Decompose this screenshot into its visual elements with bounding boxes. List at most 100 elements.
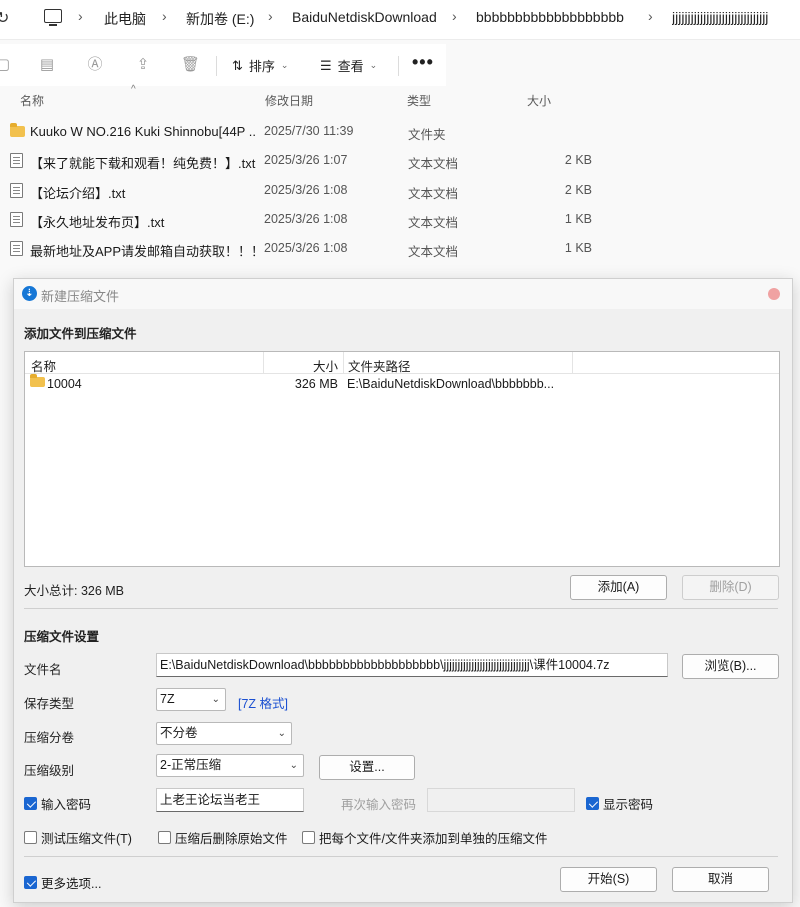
format-link[interactable]: [7Z 格式] bbox=[238, 693, 288, 712]
filename-input[interactable]: E:\BaiduNetdiskDownload\bbbbbbbbbbbbbbbb… bbox=[156, 653, 668, 677]
delete-source-label: 压缩后删除原始文件 bbox=[175, 832, 288, 846]
list-column-path[interactable]: 文件夹路径 bbox=[348, 356, 411, 375]
file-type: 文本文档 bbox=[408, 187, 459, 201]
file-list-view[interactable]: 名称 大小 文件夹路径 10004 326 MB E:\BaiduNetdisk… bbox=[24, 351, 780, 567]
this-pc-icon[interactable] bbox=[44, 9, 62, 26]
delete-source-checkbox[interactable]: 压缩后删除原始文件 bbox=[158, 828, 288, 847]
column-separator[interactable] bbox=[343, 352, 344, 374]
file-row[interactable]: 【来了就能下载和观看！纯免费！】.txt 2025/3/26 1:07 文本文档… bbox=[0, 146, 800, 175]
password-again-input[interactable] bbox=[427, 788, 575, 812]
text-file-icon bbox=[10, 241, 23, 256]
file-row[interactable]: 【永久地址发布页】.txt 2025/3/26 1:08 文本文档 1 KB bbox=[0, 205, 800, 234]
view-button[interactable]: ☰ 查看 ⌄ bbox=[320, 56, 377, 75]
item-size: 326 MB bbox=[294, 377, 338, 391]
item-name: 10004 bbox=[47, 377, 82, 391]
show-password-checkbox[interactable]: 显示密码 bbox=[586, 794, 653, 813]
separate-archives-checkbox[interactable]: 把每个文件/文件夹添加到单独的压缩文件 bbox=[302, 828, 547, 847]
file-row[interactable]: 【论坛介绍】.txt 2025/3/26 1:08 文本文档 2 KB bbox=[0, 176, 800, 205]
checkbox-checked-icon bbox=[24, 876, 37, 889]
cancel-button[interactable]: 取消 bbox=[672, 867, 769, 892]
save-type-select[interactable]: 7Z ⌄ bbox=[156, 688, 226, 711]
chevron-down-icon: ⌄ bbox=[280, 60, 289, 70]
new-archive-dialog: ⇣ 新建压缩文件 添加文件到压缩文件 名称 大小 文件夹路径 10004 326… bbox=[13, 278, 793, 903]
more-options-icon[interactable]: ••• bbox=[412, 52, 434, 73]
test-archive-label: 测试压缩文件(T) bbox=[41, 832, 132, 846]
split-volume-label: 压缩分卷 bbox=[24, 731, 75, 745]
split-volume-value: 不分卷 bbox=[160, 726, 198, 740]
breadcrumb-item[interactable]: 此电脑 bbox=[104, 9, 146, 29]
start-button[interactable]: 开始(S) bbox=[560, 867, 657, 892]
divider bbox=[216, 56, 217, 76]
compression-level-select[interactable]: 2-正常压缩 ⌄ bbox=[156, 754, 304, 777]
list-header: 名称 大小 文件夹路径 bbox=[25, 352, 779, 374]
more-options-checkbox[interactable]: 更多选项... bbox=[24, 873, 101, 892]
address-bar[interactable]: ↻ › 此电脑 › 新加卷 (E:) › BaiduNetdiskDownloa… bbox=[0, 0, 800, 40]
checkbox-checked-icon bbox=[24, 797, 37, 810]
chevron-right-icon[interactable]: › bbox=[452, 8, 457, 24]
checkbox-unchecked-icon bbox=[302, 831, 315, 844]
password-input[interactable]: 上老王论坛当老王 bbox=[156, 788, 304, 812]
chevron-right-icon[interactable]: › bbox=[78, 8, 83, 24]
file-date: 2025/7/30 11:39 bbox=[264, 124, 354, 138]
list-item[interactable]: 10004 326 MB E:\BaiduNetdiskDownload\bbb… bbox=[25, 374, 779, 395]
item-path: E:\BaiduNetdiskDownload\bbbbbbb... bbox=[347, 377, 555, 391]
share-icon[interactable]: ⇪ bbox=[134, 56, 152, 74]
enter-password-checkbox[interactable]: 输入密码 bbox=[24, 794, 91, 813]
file-name: 【来了就能下载和观看！纯免费！】.txt bbox=[30, 156, 256, 171]
file-date: 2025/3/26 1:07 bbox=[264, 153, 348, 167]
split-volume-select[interactable]: 不分卷 ⌄ bbox=[156, 722, 292, 745]
column-separator[interactable] bbox=[263, 352, 264, 374]
list-column-size[interactable]: 大小 bbox=[313, 356, 338, 375]
text-file-icon bbox=[10, 183, 23, 198]
view-label: 查看 bbox=[337, 59, 364, 74]
folder-icon bbox=[30, 374, 45, 387]
enter-password-label: 输入密码 bbox=[41, 798, 92, 812]
paste-icon[interactable]: ▤ bbox=[38, 56, 56, 74]
column-header-name[interactable]: 名称 bbox=[20, 92, 44, 109]
chevron-right-icon[interactable]: › bbox=[648, 8, 653, 24]
divider bbox=[24, 856, 778, 857]
chevron-right-icon[interactable]: › bbox=[162, 8, 167, 24]
compression-level-value: 2-正常压缩 bbox=[160, 758, 222, 772]
list-column-name[interactable]: 名称 bbox=[31, 356, 56, 375]
password-again-label: 再次输入密码 bbox=[341, 798, 417, 812]
remove-button[interactable]: 删除(D) bbox=[682, 575, 779, 600]
total-size-label: 大小总计: 326 MB bbox=[24, 584, 125, 598]
close-icon[interactable] bbox=[768, 288, 780, 300]
column-separator[interactable] bbox=[572, 352, 573, 374]
sort-button[interactable]: ⇅ 排序 ⌄ bbox=[232, 56, 288, 75]
file-row[interactable]: 最新地址及APP请发邮箱自动获取！！！... 2025/3/26 1:08 文本… bbox=[0, 234, 800, 263]
column-header-date[interactable]: 修改日期 bbox=[265, 92, 313, 109]
settings-button[interactable]: 设置... bbox=[319, 755, 415, 780]
breadcrumb-item[interactable]: 新加卷 (E:) bbox=[186, 9, 254, 29]
checkbox-checked-icon bbox=[586, 797, 599, 810]
file-name: 【论坛介绍】.txt bbox=[30, 186, 126, 201]
breadcrumb-item[interactable]: jjjjjjjjjjjjjjjjjjjjjjjjjjjjjjj bbox=[672, 9, 800, 25]
breadcrumb-item[interactable]: BaiduNetdiskDownload bbox=[292, 9, 437, 25]
sort-ascending-icon: ^ bbox=[131, 84, 136, 95]
browse-button[interactable]: 浏览(B)... bbox=[682, 654, 779, 679]
refresh-icon[interactable]: ↻ bbox=[0, 8, 9, 28]
column-header-type[interactable]: 类型 bbox=[407, 92, 431, 109]
file-name: 【永久地址发布页】.txt bbox=[30, 215, 165, 230]
test-archive-checkbox[interactable]: 测试压缩文件(T) bbox=[24, 828, 132, 847]
file-type: 文本文档 bbox=[408, 157, 459, 171]
new-icon[interactable]: ▢ bbox=[0, 56, 12, 74]
delete-icon[interactable]: 🗑 bbox=[181, 56, 200, 74]
separate-archives-label: 把每个文件/文件夹添加到单独的压缩文件 bbox=[319, 832, 548, 846]
view-icon: ☰ bbox=[320, 57, 332, 73]
text-file-icon bbox=[10, 153, 23, 168]
sort-label: 排序 bbox=[248, 59, 275, 74]
dialog-title-bar[interactable]: ⇣ 新建压缩文件 bbox=[14, 279, 792, 309]
checkbox-unchecked-icon bbox=[24, 831, 37, 844]
rename-icon[interactable]: Ⓐ bbox=[86, 56, 104, 74]
save-type-label: 保存类型 bbox=[24, 697, 75, 711]
add-button[interactable]: 添加(A) bbox=[570, 575, 667, 600]
text-file-icon bbox=[10, 212, 23, 227]
breadcrumb-item[interactable]: bbbbbbbbbbbbbbbbbbb bbox=[476, 9, 624, 25]
column-header-size[interactable]: 大小 bbox=[527, 92, 551, 109]
file-row[interactable]: Kuuko W NO.216 Kuki Shinnobu[44P ... 202… bbox=[0, 117, 800, 146]
file-date: 2025/3/26 1:08 bbox=[264, 183, 348, 197]
divider bbox=[24, 608, 778, 609]
chevron-right-icon[interactable]: › bbox=[268, 8, 273, 24]
